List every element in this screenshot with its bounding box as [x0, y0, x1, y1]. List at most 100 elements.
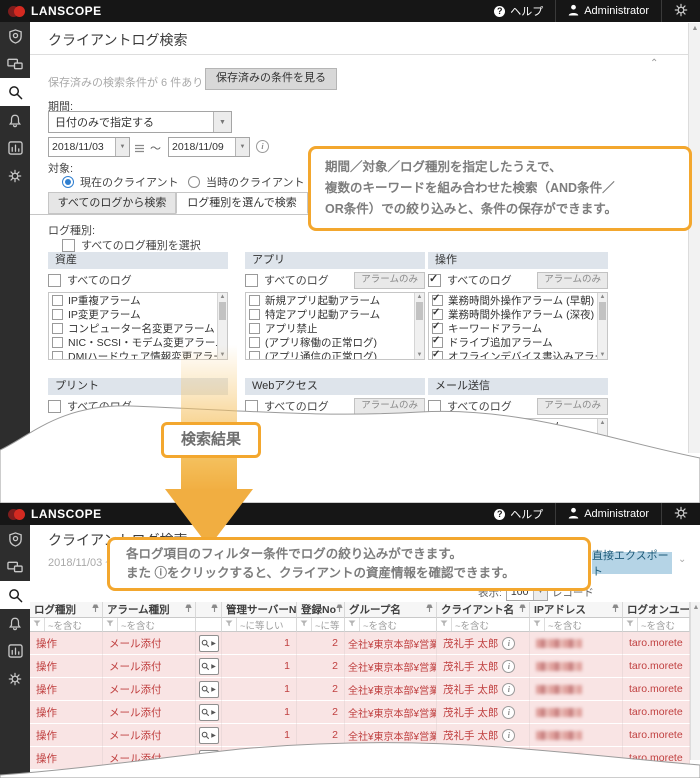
logtype-listbox[interactable]: 業務時間外操作アラーム (早朝) 業務時間外操作アラーム (深夜) キーワードア… — [428, 292, 608, 360]
pin-icon[interactable] — [211, 604, 218, 616]
view-log-detail-button[interactable]: ▶ — [199, 681, 219, 698]
radio-past-clients[interactable]: 当時のクライアント i — [188, 174, 324, 190]
pin-icon[interactable] — [612, 604, 619, 616]
collapse-chevron-down[interactable]: ⌄ — [678, 554, 686, 565]
column-filter[interactable]: ~を含む — [103, 618, 196, 632]
select-all-logtypes-checkbox[interactable]: すべてのログ種別を選択 — [62, 237, 201, 253]
sidebar-item-log-search[interactable] — [0, 78, 30, 106]
pin-icon[interactable] — [336, 604, 343, 616]
column-filter[interactable]: ~を含む — [30, 618, 103, 632]
column-filter[interactable]: ~を含む — [345, 618, 437, 632]
view-saved-conditions-button[interactable]: 保存済みの条件を見る — [205, 68, 337, 90]
filter-funnel-icon[interactable] — [533, 619, 541, 630]
filter-funnel-icon[interactable] — [106, 619, 114, 630]
logtype-item[interactable]: IP変更アラーム — [49, 307, 227, 321]
column-header[interactable]: ログ種別 — [30, 602, 103, 618]
help-menu[interactable]: ? ヘルプ — [482, 503, 555, 525]
user-menu[interactable]: Administrator — [556, 503, 661, 525]
sidebar-item-alerts[interactable] — [0, 609, 30, 637]
sidebar-item-security[interactable] — [0, 22, 30, 50]
logtype-item[interactable]: 業務時間外操作アラーム (早朝) — [429, 293, 607, 307]
all-logs-checkbox[interactable] — [48, 274, 61, 287]
logtype-item[interactable]: 特定アプリ起動アラーム — [246, 307, 424, 321]
table-row[interactable]: 操作メール添付▶12全社¥東京本部¥営業部茂礼手 太郎itaro.morete — [30, 632, 690, 655]
sidebar-item-alerts[interactable] — [0, 106, 30, 134]
column-filter[interactable]: ~を含む — [530, 618, 623, 632]
alarm-only-button[interactable]: アラームのみ — [354, 272, 425, 289]
logtype-item[interactable]: アプリ禁止 — [246, 321, 424, 335]
scroll-up-arrow[interactable]: ▲ — [691, 604, 700, 611]
client-info-icon[interactable]: i — [502, 637, 515, 650]
column-header[interactable] — [196, 602, 222, 618]
view-log-detail-button[interactable]: ▶ — [199, 704, 219, 721]
sidebar-item-devices[interactable] — [0, 553, 30, 581]
sidebar-item-security[interactable] — [0, 525, 30, 553]
table-row[interactable]: 操作メール添付▶12全社¥東京本部¥営業部茂礼手 太郎itaro.morete — [30, 701, 690, 724]
filter-funnel-icon[interactable] — [348, 619, 356, 630]
user-menu[interactable]: Administrator — [556, 0, 661, 22]
settings-menu[interactable] — [662, 503, 700, 525]
sidebar-item-reports[interactable] — [0, 637, 30, 665]
radio-current-clients[interactable]: 現在のクライアント — [62, 174, 179, 190]
sidebar-item-reports[interactable] — [0, 134, 30, 162]
logtype-item[interactable]: ドライブ追加アラーム — [429, 335, 607, 349]
period-info-icon[interactable]: i — [256, 140, 269, 153]
column-header[interactable]: アラーム種別 — [103, 602, 196, 618]
client-info-icon[interactable]: i — [502, 683, 515, 696]
logtype-item[interactable]: キーワードアラーム — [429, 321, 607, 335]
period-mode-select[interactable]: 日付のみで指定する ▼ — [48, 111, 232, 133]
logtype-item[interactable]: IP重複アラーム — [49, 293, 227, 307]
filter-funnel-icon[interactable] — [33, 619, 41, 630]
calendar-icon[interactable] — [134, 140, 145, 158]
logtype-item[interactable]: オフラインデバイス書込みアラーム — [429, 349, 607, 360]
pin-icon[interactable] — [426, 604, 433, 616]
column-header[interactable]: クライアント名 — [437, 602, 530, 618]
settings-menu[interactable] — [662, 0, 700, 22]
column-header[interactable]: グループ名 — [345, 602, 437, 618]
column-filter[interactable]: ~に等しい — [222, 618, 297, 632]
sidebar-item-devices[interactable] — [0, 50, 30, 78]
logtype-item[interactable]: (アプリ稼働の正常ログ) — [246, 335, 424, 349]
pin-icon[interactable] — [185, 604, 192, 616]
filter-funnel-icon[interactable] — [225, 619, 233, 630]
tab-search-all-logs[interactable]: すべてのログから検索 — [48, 192, 176, 214]
logtype-item[interactable]: 新規アプリ起動アラーム — [246, 293, 424, 307]
filter-funnel-icon[interactable] — [440, 619, 448, 630]
column-filter[interactable]: ~に等 — [297, 618, 345, 632]
tab-search-by-logtype[interactable]: ログ種別を選んで検索 — [176, 192, 308, 214]
client-info-icon[interactable]: i — [502, 706, 515, 719]
logtype-item[interactable]: (アプリ通信の正常ログ) — [246, 349, 424, 360]
view-log-detail-button[interactable]: ▶ — [199, 658, 219, 675]
collapse-chevron-up[interactable]: ⌃ — [650, 58, 658, 69]
all-logs-checkbox[interactable] — [245, 274, 258, 287]
column-header[interactable]: ログオンユーザ — [623, 602, 690, 618]
pin-icon[interactable] — [92, 604, 99, 616]
filter-funnel-icon[interactable] — [300, 619, 308, 630]
pin-icon[interactable] — [519, 604, 526, 616]
direct-export-button[interactable]: 直接エクスポート — [592, 552, 672, 574]
logtype-item[interactable]: コンピューター名変更アラーム — [49, 321, 227, 335]
table-row[interactable]: 操作メール添付▶12全社¥東京本部¥営業部茂礼手 太郎itaro.morete — [30, 655, 690, 678]
column-filter[interactable]: ~を含む — [437, 618, 530, 632]
column-filter[interactable]: ~を含む — [623, 618, 690, 632]
listbox-scrollbar[interactable]: ▲ ▼ — [414, 293, 424, 359]
filter-funnel-icon[interactable] — [626, 619, 634, 630]
date-to-input[interactable]: 2018/11/09 ▼ — [168, 137, 250, 157]
sidebar-item-settings[interactable] — [0, 665, 30, 693]
sidebar-item-log-search[interactable] — [0, 581, 30, 609]
view-log-detail-button[interactable]: ▶ — [199, 635, 219, 652]
logtype-listbox[interactable]: 新規アプリ起動アラーム 特定アプリ起動アラーム アプリ禁止 (アプリ稼働の正常ロ… — [245, 292, 425, 360]
alarm-only-button[interactable]: アラームのみ — [537, 272, 608, 289]
column-header[interactable]: IPアドレス — [530, 602, 623, 618]
logtype-item[interactable]: 業務時間外操作アラーム (深夜) — [429, 307, 607, 321]
listbox-scrollbar[interactable]: ▲ ▼ — [597, 293, 607, 359]
table-row[interactable]: 操作メール添付▶12全社¥東京本部¥営業部茂礼手 太郎itaro.morete — [30, 678, 690, 701]
scroll-up-arrow[interactable]: ▲ — [689, 25, 700, 32]
sidebar-item-settings[interactable] — [0, 162, 30, 190]
column-filter[interactable] — [196, 618, 222, 632]
date-from-input[interactable]: 2018/11/03 ▼ — [48, 137, 130, 157]
column-header[interactable]: 登録No — [297, 602, 345, 618]
column-header[interactable]: 管理サーバーNo — [222, 602, 297, 618]
client-info-icon[interactable]: i — [502, 660, 515, 673]
all-logs-checkbox[interactable] — [428, 274, 441, 287]
